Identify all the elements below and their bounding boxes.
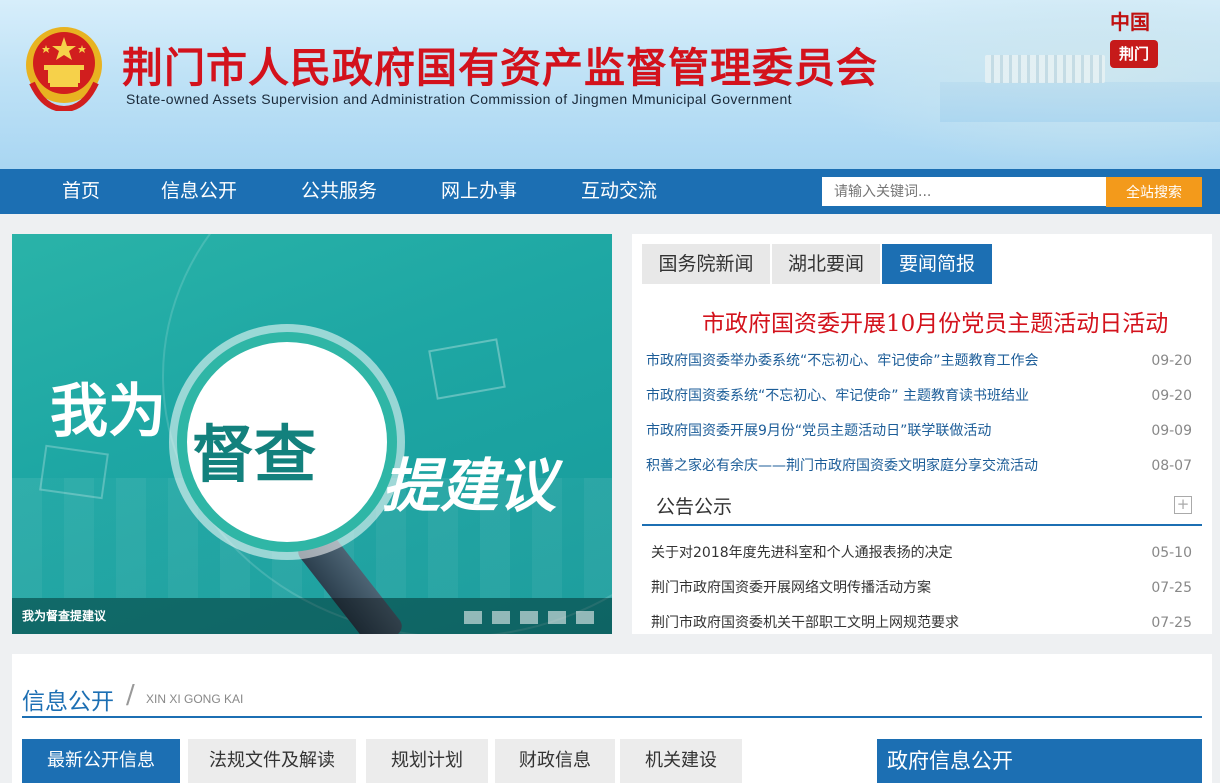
notice-item-title[interactable]: 荆门市政府国资委机关干部职工文明上网规范要求 (651, 606, 959, 634)
banner-water (940, 82, 1220, 122)
nav-item-home[interactable]: 首页 (62, 169, 100, 214)
info-open-section: 信息公开 / XIN XI GONG KAI 最新公开信息 法规文件及解读 规划… (12, 654, 1212, 783)
slider-dot[interactable] (548, 611, 566, 624)
title-separator: / (126, 680, 135, 710)
tab-state-council-news[interactable]: 国务院新闻 (642, 244, 770, 284)
slider-dot[interactable] (464, 611, 482, 624)
slider-dot[interactable] (576, 611, 594, 624)
news-list-item: 市政府国资委举办委系统“不忘初心、牢记使命”主题教育工作会 09-20 (646, 344, 1202, 379)
section-title: 信息公开 (22, 689, 114, 715)
tab-finance[interactable]: 财政信息 (495, 739, 615, 783)
news-panel: 国务院新闻 湖北要闻 要闻简报 市政府国资委开展10月份党员主题活动日活动 市政… (632, 234, 1212, 634)
news-list-item: 市政府国资委开展9月份“党员主题活动日”联学联做活动 09-09 (646, 414, 1202, 449)
banner-dam-image (985, 55, 1105, 83)
notice-list-item: 关于对2018年度先进科室和个人通报表扬的决定 05-10 (651, 536, 1202, 571)
header-banner: 荆门市人民政府国有资产监督管理委员会 State-owned Assets Su… (0, 0, 1220, 169)
tab-latest-info[interactable]: 最新公开信息 (22, 739, 180, 783)
city-logo-top: 中国 (1110, 10, 1150, 34)
nav-item-interaction[interactable]: 互动交流 (581, 169, 657, 214)
news-item-title[interactable]: 市政府国资委开展9月份“党员主题活动日”联学联做活动 (646, 414, 991, 449)
tab-hubei-news[interactable]: 湖北要闻 (772, 244, 880, 284)
news-item-date: 08-07 (1151, 458, 1192, 474)
envelope-icon (39, 444, 109, 500)
section-subtitle: XIN XI GONG KAI (146, 692, 244, 706)
slider-dot[interactable] (520, 611, 538, 624)
section-divider (22, 716, 1202, 718)
gov-info-open-header[interactable]: 政府信息公开 (877, 739, 1202, 783)
tab-news-brief[interactable]: 要闻简报 (882, 244, 992, 284)
news-headline[interactable]: 市政府国资委开展10月份党员主题活动日活动 (702, 304, 1168, 338)
news-list-item: 市政府国资委系统“不忘初心、牢记使命” 主题教育读书班结业 09-20 (646, 379, 1202, 414)
slider-caption-bar: 我为督查提建议 (12, 598, 612, 634)
notice-item-date: 07-25 (1151, 580, 1192, 596)
notice-list-item: 荆门市政府国资委开展网络文明传播活动方案 07-25 (651, 571, 1202, 606)
search-input[interactable] (822, 177, 1111, 206)
national-emblem-icon (26, 27, 102, 111)
nav-item-info-open[interactable]: 信息公开 (161, 169, 237, 214)
slider-text-right: 提建议 (382, 452, 557, 520)
city-logo-bottom: 荆门 (1110, 40, 1158, 68)
image-slider[interactable]: 我为 督查 提建议 我为督查提建议 (12, 234, 612, 634)
slider-caption[interactable]: 我为督查提建议 (22, 598, 106, 634)
notice-header: 公告公示 + (642, 488, 1202, 526)
notice-item-title[interactable]: 关于对2018年度先进科室和个人通报表扬的决定 (651, 536, 953, 571)
news-item-date: 09-20 (1151, 388, 1192, 404)
news-list-item: 积善之家必有余庆——荆门市政府国资委文明家庭分享交流活动 08-07 (646, 449, 1202, 484)
main-nav: 首页 信息公开 公共服务 网上办事 互动交流 全站搜索 (0, 169, 1220, 214)
nav-item-public-service[interactable]: 公共服务 (301, 169, 377, 214)
news-item-title[interactable]: 市政府国资委举办委系统“不忘初心、牢记使命”主题教育工作会 (646, 344, 1039, 379)
news-item-date: 09-09 (1151, 423, 1192, 439)
nav-item-online-service[interactable]: 网上办事 (441, 169, 517, 214)
notice-title: 公告公示 (656, 496, 733, 518)
more-plus-icon[interactable]: + (1174, 496, 1192, 514)
news-item-title[interactable]: 市政府国资委系统“不忘初心、牢记使命” 主题教育读书班结业 (646, 379, 1029, 414)
news-item-date: 09-20 (1151, 353, 1192, 369)
notice-item-date: 07-25 (1151, 615, 1192, 631)
news-item-title[interactable]: 积善之家必有余庆——荆门市政府国资委文明家庭分享交流活动 (646, 449, 1038, 484)
notice-list-item: 荆门市政府国资委机关干部职工文明上网规范要求 07-25 (651, 606, 1202, 634)
slider-text-center: 督查 (192, 418, 317, 491)
tab-organization[interactable]: 机关建设 (620, 739, 742, 783)
slider-text-left: 我为 (50, 377, 167, 445)
tab-planning[interactable]: 规划计划 (366, 739, 488, 783)
site-subtitle-en: State-owned Assets Supervision and Admin… (126, 91, 792, 107)
slider-dot[interactable] (492, 611, 510, 624)
notice-item-title[interactable]: 荆门市政府国资委开展网络文明传播活动方案 (651, 571, 931, 606)
tab-regulations[interactable]: 法规文件及解读 (188, 739, 356, 783)
jingmen-city-logo: 中国 荆门 (1108, 6, 1162, 72)
search-button[interactable]: 全站搜索 (1106, 177, 1202, 207)
notice-item-date: 05-10 (1151, 545, 1192, 561)
site-title: 荆门市人民政府国有资产监督管理委员会 (122, 44, 878, 92)
